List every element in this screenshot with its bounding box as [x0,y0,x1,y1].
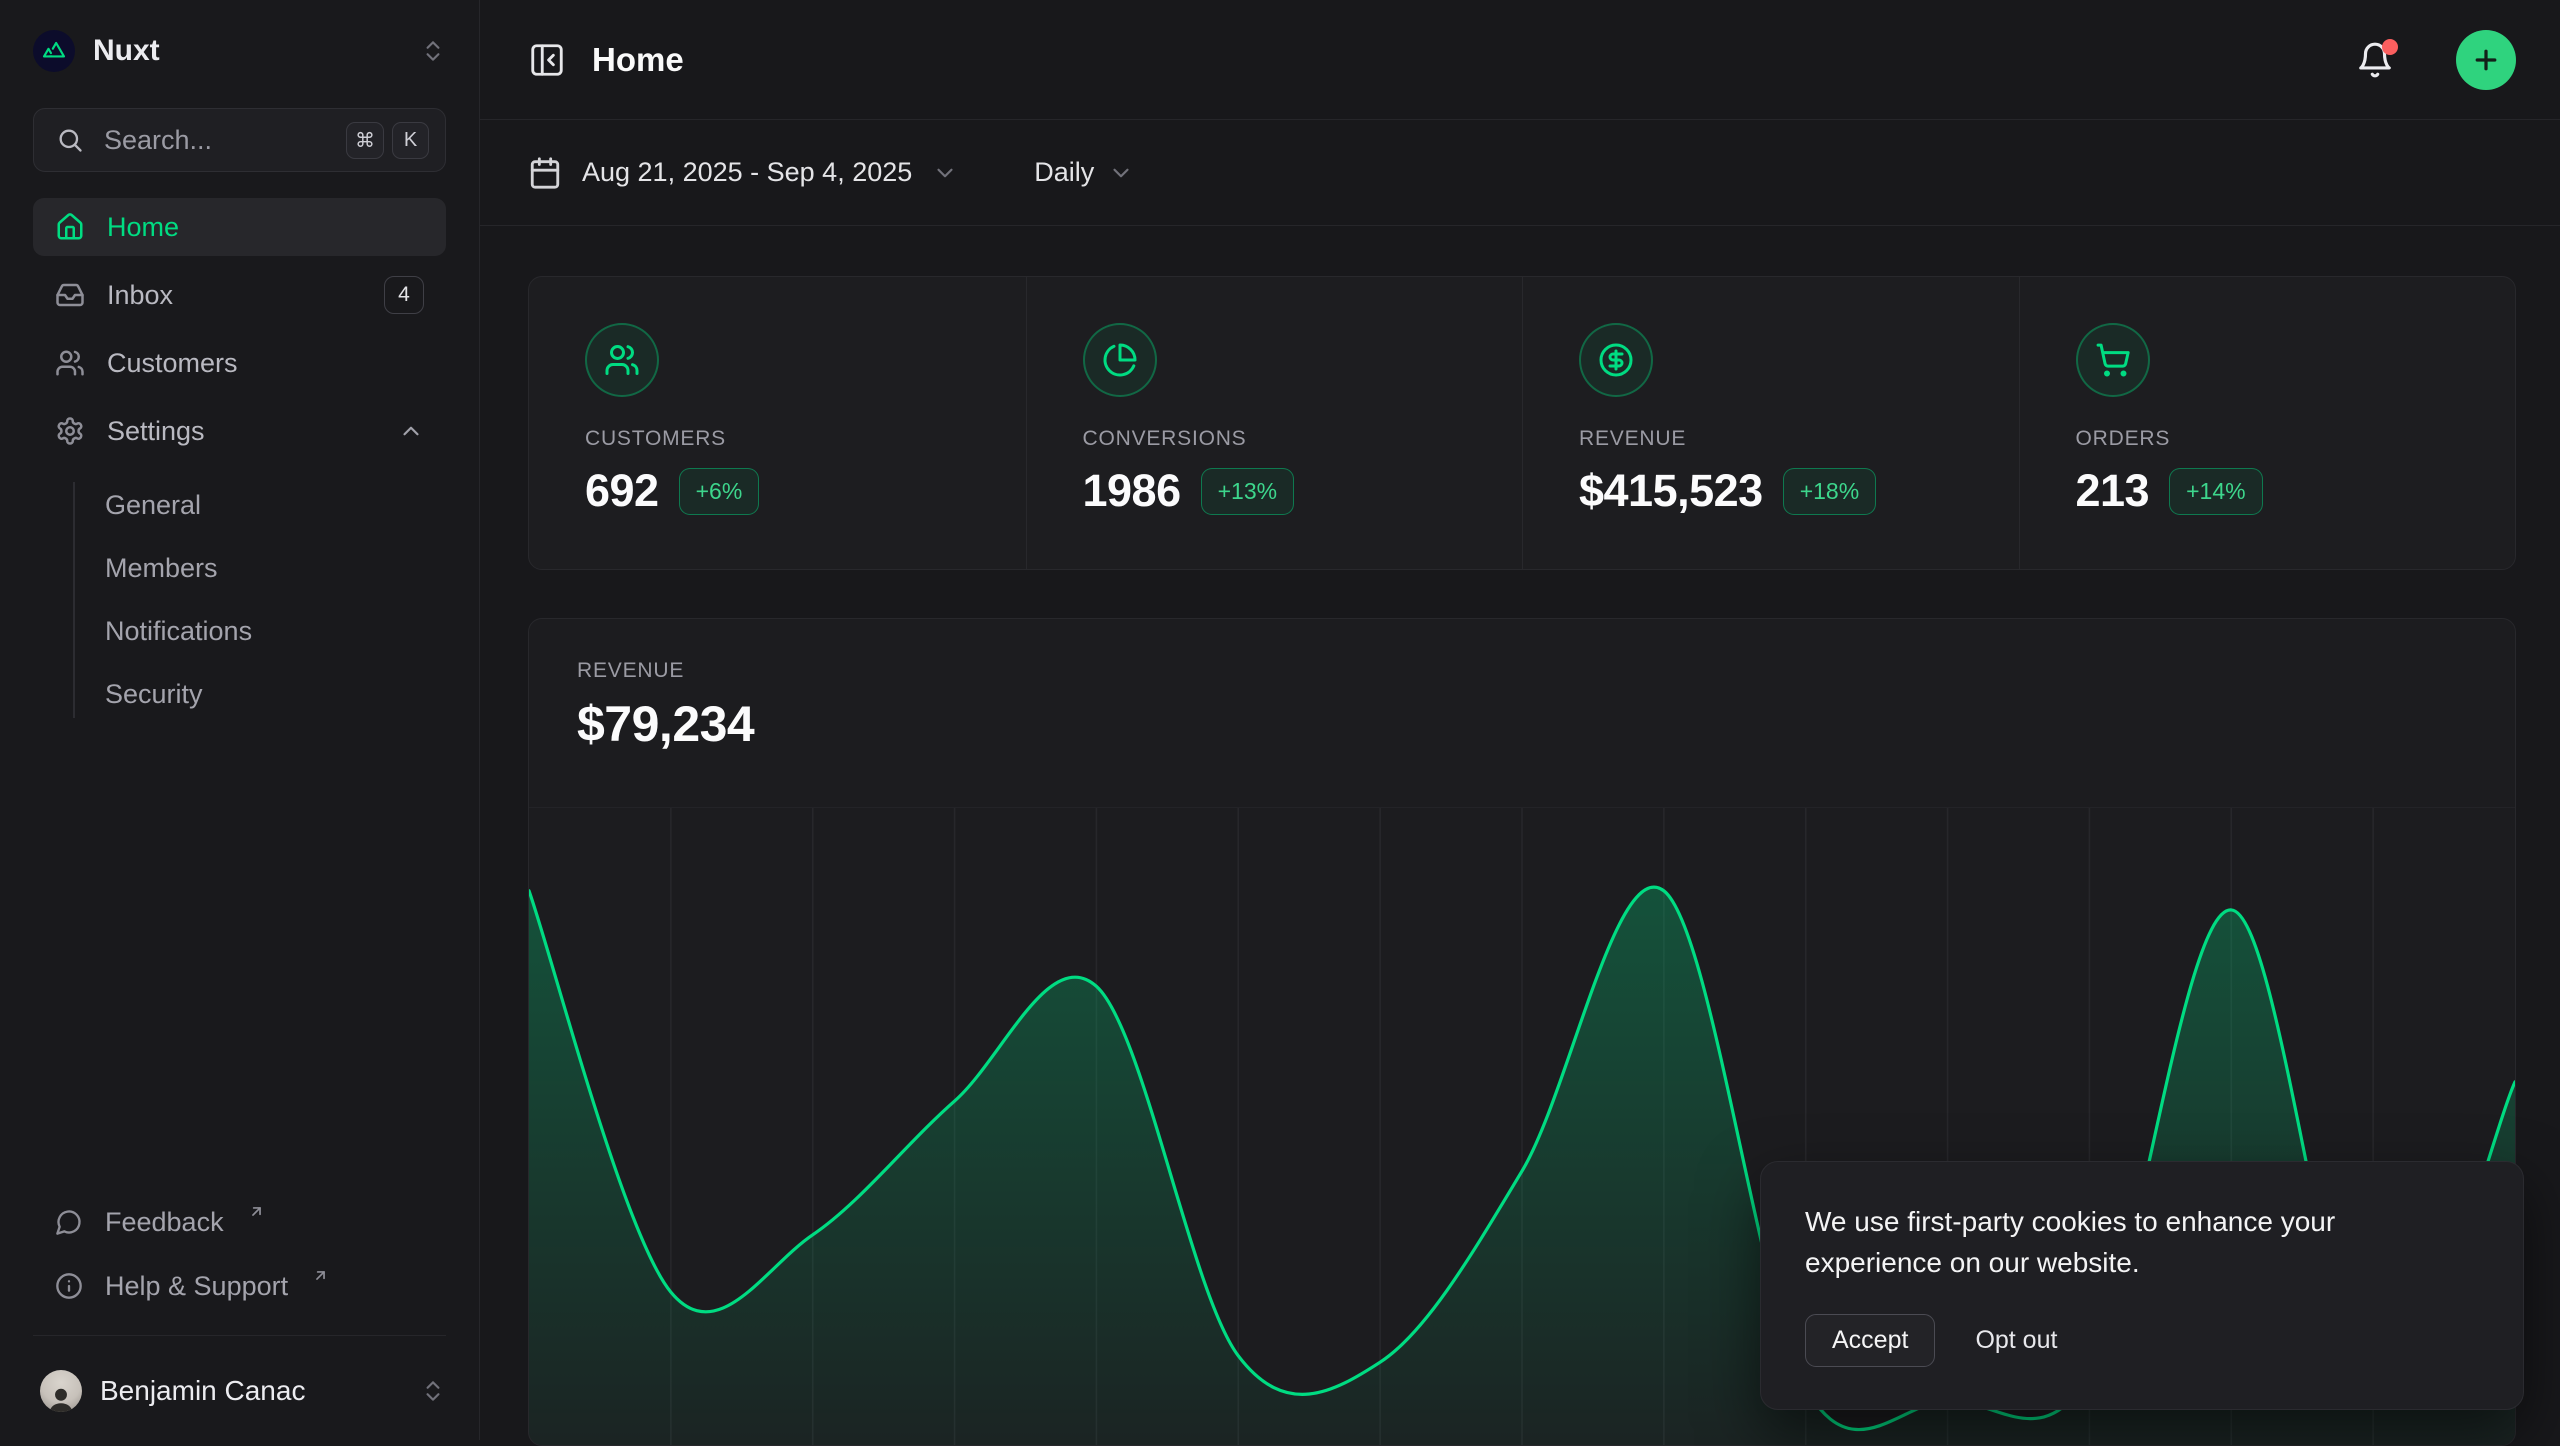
stat-label: CONVERSIONS [1083,427,1523,451]
message-bubble-icon [55,1208,83,1236]
external-link-icon [312,1267,329,1284]
search-input[interactable]: Search... ⌘ K [33,108,446,172]
users-icon [55,348,85,378]
sidebar-item-security[interactable]: Security [73,663,446,726]
sidebar-item-label: Inbox [107,280,173,311]
notifications-button[interactable] [2356,41,2394,79]
collapse-sidebar-icon[interactable] [528,41,566,79]
user-menu[interactable]: Benjamin Canac [0,1346,479,1440]
stat-label: CUSTOMERS [585,427,1026,451]
sidebar-item-label: Home [107,212,179,243]
info-circle-icon [55,1272,83,1300]
notification-dot [2382,39,2398,55]
stat-delta-badge: +6% [679,468,760,515]
kbd-cmd: ⌘ [346,122,384,159]
feedback-label: Feedback [105,1207,224,1238]
stat-card-conversions[interactable]: CONVERSIONS 1986 +13% [1026,277,1523,569]
settings-sub-list: General Members Notifications Security [73,474,446,726]
pie-chart-icon [1083,323,1157,397]
sidebar: Nuxt Search... ⌘ K Home Inbox 4 [0,0,480,1440]
stat-delta-badge: +18% [1783,468,1876,515]
stat-value: 213 [2076,465,2150,517]
cookie-message: We use first-party cookies to enhance yo… [1805,1202,2425,1284]
sidebar-item-members[interactable]: Members [73,537,446,600]
add-button[interactable] [2456,30,2516,90]
home-icon [55,212,85,242]
accept-cookies-button[interactable]: Accept [1805,1314,1935,1367]
stat-card-orders[interactable]: ORDERS 213 +14% [2019,277,2516,569]
sidebar-item-general[interactable]: General [73,474,446,537]
search-placeholder: Search... [104,125,326,156]
sidebar-item-customers[interactable]: Customers [33,334,446,392]
feedback-link[interactable]: Feedback [33,1193,446,1251]
sidebar-item-home[interactable]: Home [33,198,446,256]
page-title: Home [592,41,2330,79]
help-support-label: Help & Support [105,1271,288,1302]
sidebar-footer: Feedback Help & Support [0,1193,479,1346]
sidebar-item-notifications[interactable]: Notifications [73,600,446,663]
avatar [40,1370,82,1412]
revenue-chart-value: $79,234 [577,695,2467,753]
sidebar-nav: Home Inbox 4 Customers Settings [0,198,479,726]
granularity-select[interactable]: Daily [1034,157,1134,188]
sidebar-item-label: Customers [107,348,238,379]
nuxt-logo-icon [33,30,75,72]
external-link-icon [248,1203,265,1220]
kbd-k: K [392,122,429,159]
chevrons-up-down-icon [420,1378,446,1404]
calendar-icon [528,156,562,190]
filters-toolbar: Aug 21, 2025 - Sep 4, 2025 Daily [480,120,2560,226]
revenue-chart-label: REVENUE [577,659,2467,683]
users-icon [585,323,659,397]
stat-value: 692 [585,465,659,517]
sidebar-item-label: Settings [107,416,205,447]
shopping-cart-icon [2076,323,2150,397]
chevron-up-icon [398,418,424,444]
gear-icon [55,416,85,446]
help-support-link[interactable]: Help & Support [33,1257,446,1315]
stat-card-customers[interactable]: CUSTOMERS 692 +6% [529,277,1026,569]
user-name: Benjamin Canac [100,1375,402,1407]
dollar-circle-icon [1579,323,1653,397]
stat-label: ORDERS [2076,427,2516,451]
granularity-value: Daily [1034,157,1094,188]
chevron-down-icon [932,160,958,186]
chevrons-up-down-icon[interactable] [420,38,446,64]
opt-out-button[interactable]: Opt out [1975,1326,2057,1355]
stat-card-revenue[interactable]: REVENUE $415,523 +18% [1522,277,2019,569]
date-range-value: Aug 21, 2025 - Sep 4, 2025 [582,157,912,188]
sidebar-item-settings[interactable]: Settings [33,402,446,460]
page-header: Home [480,0,2560,120]
workspace-switcher[interactable]: Nuxt [0,0,479,94]
date-range-picker[interactable]: Aug 21, 2025 - Sep 4, 2025 [528,156,958,190]
sidebar-item-inbox[interactable]: Inbox 4 [33,266,446,324]
stat-delta-badge: +13% [1201,468,1294,515]
search-icon [56,126,84,154]
workspace-name: Nuxt [93,34,402,68]
cookie-banner: We use first-party cookies to enhance yo… [1760,1161,2524,1410]
stat-value: $415,523 [1579,465,1763,517]
inbox-icon [55,280,85,310]
stat-label: REVENUE [1579,427,2019,451]
chevron-down-icon [1108,160,1134,186]
inbox-count-badge: 4 [384,276,424,314]
stat-value: 1986 [1083,465,1181,517]
divider [33,1335,446,1336]
stats-grid: CUSTOMERS 692 +6% CONVERSIONS 1986 +13% [528,276,2516,570]
stat-delta-badge: +14% [2169,468,2262,515]
